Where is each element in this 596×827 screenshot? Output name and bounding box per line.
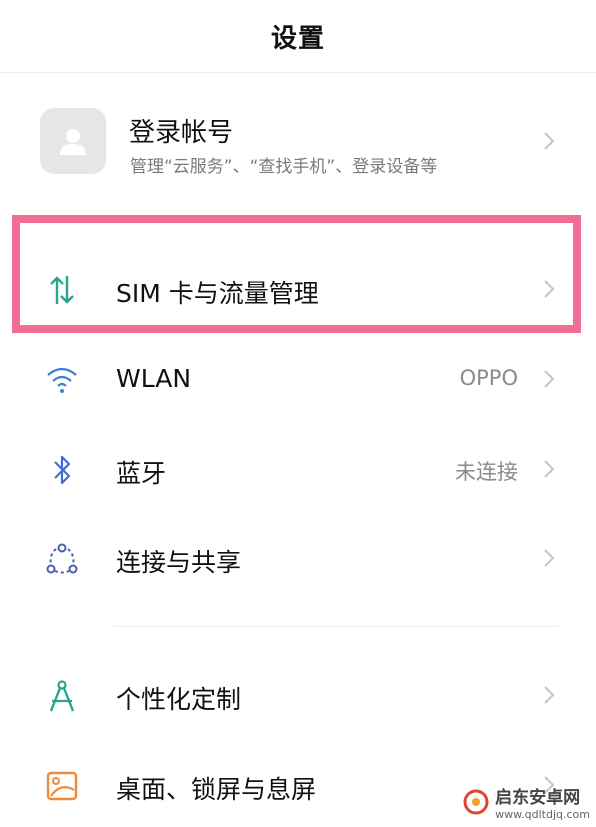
row-label: 个性化定制: [116, 685, 242, 714]
watermark-url: www.qdltdjq.com: [495, 808, 590, 821]
row-label: WLAN: [116, 364, 192, 393]
chevron-right-icon: [538, 458, 560, 480]
user-icon: [60, 129, 86, 155]
wallpaper-icon: [44, 768, 80, 804]
row-label: 连接与共享: [116, 548, 242, 577]
connection-sharing-row[interactable]: 连接与共享: [0, 519, 596, 599]
row-label: 桌面、锁屏与息屏: [116, 775, 317, 804]
chevron-right-icon: [538, 547, 560, 569]
sim-and-data-row[interactable]: SIM 卡与流量管理: [0, 250, 596, 330]
top-bar: 设置: [0, 0, 596, 73]
row-label: 蓝牙: [116, 459, 167, 488]
chevron-right-icon: [538, 684, 560, 706]
chevron-right-icon: [538, 278, 560, 300]
compass-icon: [44, 678, 80, 714]
watermark-name: 启东安卓网: [495, 788, 581, 808]
section-divider: [114, 626, 558, 627]
share-nodes-icon: [44, 541, 80, 577]
wifi-icon: [44, 362, 80, 398]
chevron-right-icon: [538, 368, 560, 390]
watermark: 启东安卓网 www.qdltdjq.com: [463, 783, 590, 821]
account-login-row[interactable]: 登录帐号 管理“云服务”、“查找手机”、登录设备等: [0, 100, 596, 188]
page-title: 设置: [270, 23, 325, 54]
personalization-row[interactable]: 个性化定制: [0, 656, 596, 736]
chevron-right-icon: [538, 130, 560, 152]
bluetooth-status: 未连接: [455, 460, 518, 484]
wlan-row[interactable]: WLAN OPPO: [0, 340, 596, 420]
watermark-logo-icon: [463, 789, 489, 815]
avatar: [40, 108, 106, 174]
bluetooth-row[interactable]: 蓝牙 未连接: [0, 430, 596, 510]
arrows-updown-icon: [44, 272, 80, 308]
wlan-network-name: OPPO: [459, 366, 518, 390]
bluetooth-icon: [44, 452, 80, 488]
row-label: SIM 卡与流量管理: [116, 279, 319, 308]
account-subtitle: 管理“云服务”、“查找手机”、登录设备等: [130, 157, 438, 177]
account-title: 登录帐号: [129, 118, 234, 148]
